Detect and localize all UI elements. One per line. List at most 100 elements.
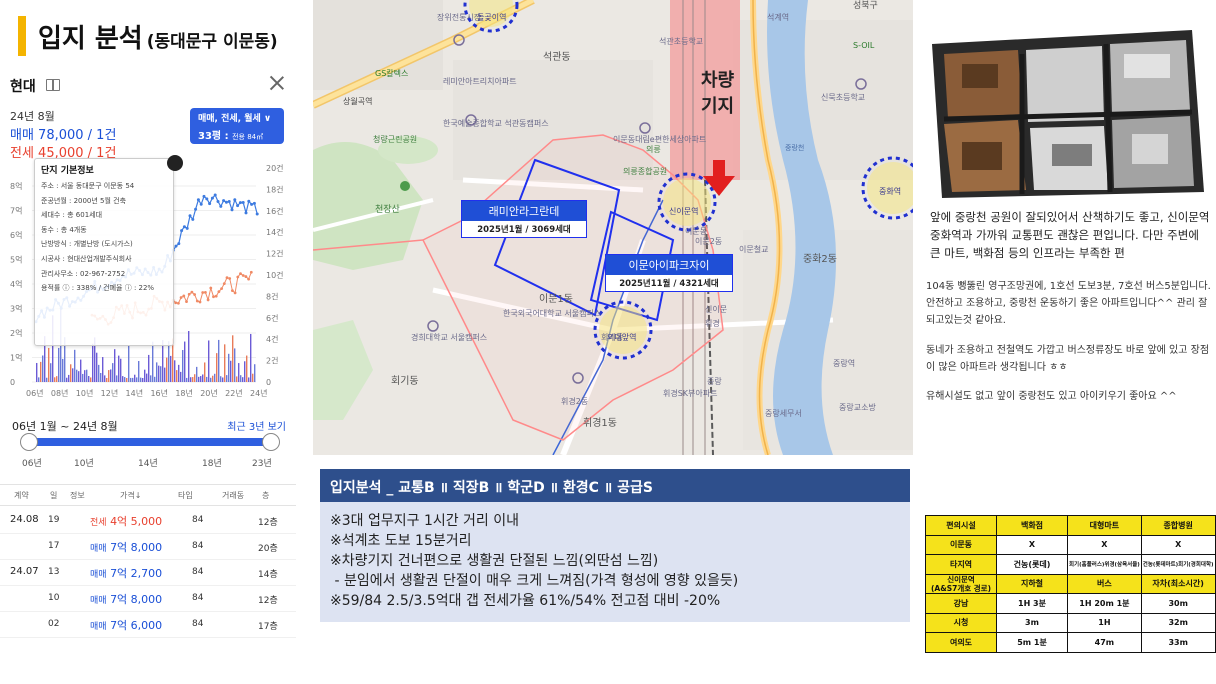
volume-bar [54,377,56,382]
map-label: 휘경2동 [561,396,588,406]
table-cell: 1H [1067,612,1142,633]
y2-tick-label: 12건 [266,249,284,259]
slider-handle-end[interactable] [262,433,280,451]
slider-handle-start[interactable] [20,433,38,451]
table-cell: 이문동 [925,534,997,555]
col-type[interactable]: 타입 [178,490,193,501]
volume-bar [108,370,110,382]
price-history-chart: 8억 7억 6억 5억 4억 3억 2억 1억 0 20건 18건 16건 14건 12건 10건 8건 6건 4… [0,155,296,408]
info-close-button[interactable] [167,155,183,171]
y-tick-label: 1억 [10,353,22,363]
col-info[interactable]: 정보 [70,490,85,501]
sale-point [177,242,181,246]
col-building[interactable]: 거래동 [222,490,244,501]
rent-point [217,290,221,294]
y2-tick-label: 16건 [266,206,284,216]
book-icon[interactable] [46,79,60,91]
volume-bar [38,377,40,382]
slider-tick: 18년 [202,459,222,469]
map-label: 중랑천 [785,143,804,152]
volume-bar [82,373,84,382]
y2-tick-label: 2건 [266,356,278,366]
rent-point [209,286,213,290]
rent-point [204,290,207,294]
table-cell: X [1067,534,1142,555]
recent-3-years-link[interactable]: 최근 3년 보기 [227,418,286,433]
volume-bar [224,344,226,382]
map-label: 천장산 [375,204,400,215]
sale-point [213,193,217,197]
rent-point [212,295,215,299]
volume-bar [196,366,198,382]
table-row[interactable]: 24.07 13 매매 7억 2,700 84 14층 [0,560,296,586]
project2-label[interactable]: 이문아이파크자이 2025년11월 / 4321세대 [605,254,733,292]
volume-bar [242,377,244,382]
project1-name: 래미안라그란데 [462,201,586,221]
volume-bar [158,365,160,382]
rent-point [193,293,197,296]
volume-bar [192,377,194,382]
volume-bar [150,375,152,382]
table-row[interactable]: 24.08 19 전세 4억 5,000 84 12층 [0,508,296,534]
project1-label[interactable]: 래미안라그란데 2025년1월 / 3069세대 [461,200,587,238]
analysis-line: - 분임에서 생활권 단절이 매우 크게 느껴짐(가격 형성에 영향 있을듯) [330,573,739,589]
deal-filter-dropdown[interactable]: 매매, 전세, 월세 ∨ 33평 : 전용 84㎡ [190,108,284,144]
y-tick-label: 8억 [10,181,22,191]
y-tick-label: 3억 [10,304,22,314]
volume-bar [234,348,236,382]
location-map[interactable]: 장위전통시장 석관동 레미안아트리치아파트 한국예술종합학교 석관동캠퍼스 청량… [313,0,913,455]
volume-bar [122,376,124,382]
volume-bar [252,373,254,382]
table-cell: 건농(롯데) [996,554,1068,575]
sale-point [230,208,234,212]
x-tick-label: 24년 [250,388,268,398]
map-label: 신묵초등학교 [821,92,865,102]
sale-point [210,196,214,200]
y2-tick-label: 0 [266,378,271,387]
volume-bar [156,362,158,382]
sale-point [191,217,195,221]
col-price[interactable]: 가격↓ [120,490,141,501]
volume-bar [246,355,248,382]
volume-bar [230,360,232,382]
volume-bar [240,375,242,382]
sale-point [174,244,178,248]
y2-tick-label: 18건 [266,184,284,194]
sale-point [194,207,198,211]
map-label: 의릉 [646,144,661,154]
table-row: 편의시설 백화점 대형마트 종합병원 [925,515,1216,536]
col-contract[interactable]: 계약 [14,490,29,501]
volume-bar [176,370,178,382]
volume-bar [62,358,64,382]
map-label: 이문1동 [539,293,573,305]
sale-point [238,201,242,205]
sale-point [222,199,226,203]
table-row[interactable]: 17 매매 7억 8,000 84 20층 [0,534,296,560]
volume-bar [210,377,212,382]
slider-tick: 10년 [74,459,94,469]
table-row[interactable]: 02 매매 7억 6,000 84 17층 [0,612,296,638]
tx-day: 17 [48,541,60,551]
volume-bar [166,357,168,382]
title-accent-bar [18,16,26,56]
tx-price: 7억 6,000 [110,619,163,632]
sale-point [202,194,206,198]
table-cell: 백화점 [996,515,1068,536]
project2-name: 이문아이파크자이 [606,255,732,275]
volume-bar [204,362,206,382]
table-cell: 32m [1140,612,1216,633]
volume-bar [68,374,70,382]
rent-point [206,298,210,302]
close-icon[interactable] [268,74,286,92]
volume-bar [40,361,42,382]
volume-bar [76,369,78,382]
col-day[interactable]: 일 [50,490,57,501]
sale-point [241,200,245,204]
volume-bar [72,368,74,382]
table-row[interactable]: 10 매매 7억 8,000 84 12층 [0,586,296,612]
table-cell: X [1140,534,1216,555]
col-floor[interactable]: 층 [262,490,269,501]
period-slider-track[interactable] [26,438,272,446]
volume-bar [36,362,38,382]
table-cell: 1H 20m 1분 [1067,593,1142,614]
